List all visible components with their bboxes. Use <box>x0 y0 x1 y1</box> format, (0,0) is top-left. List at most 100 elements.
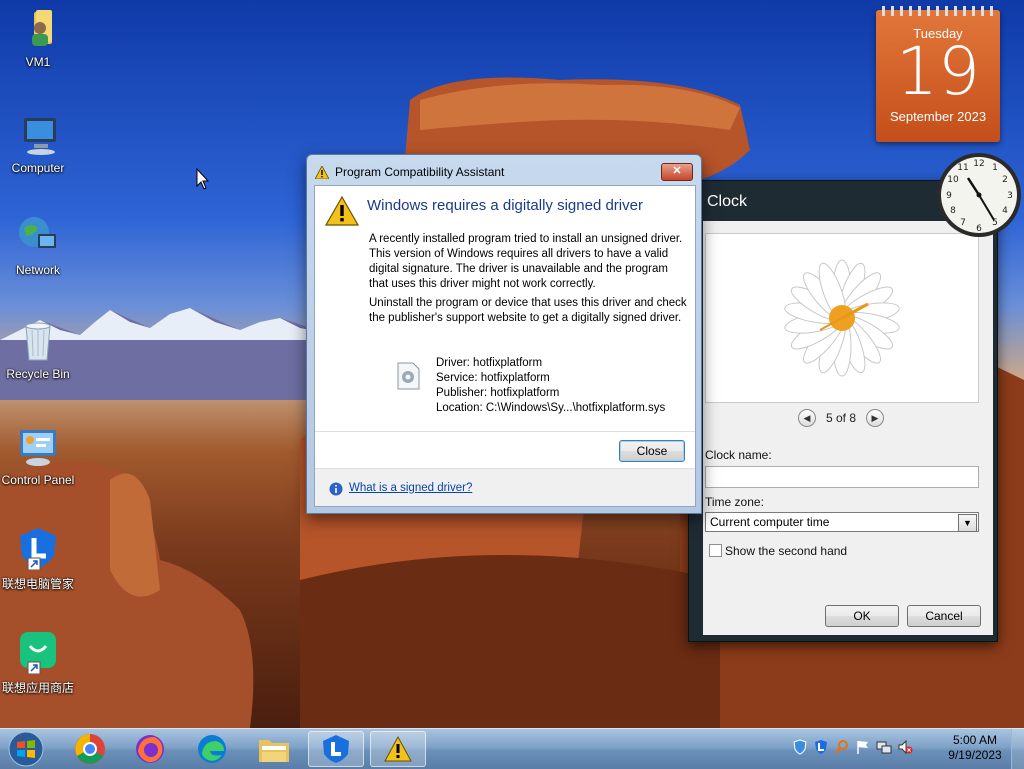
user-folder-icon <box>32 10 52 46</box>
mouse-pointer-icon <box>196 168 210 190</box>
desktop-icon-label: Computer <box>11 161 65 175</box>
system-tray <box>792 739 913 755</box>
time-zone-label: Time zone: <box>705 495 764 509</box>
driver-service: Service: hotfixplatform <box>436 372 550 384</box>
taskbar-chrome[interactable] <box>62 731 118 767</box>
action-center-flag-icon[interactable] <box>855 739 871 755</box>
clock-settings-pane: ◀ 5 of 8 ▶ Clock name: Time zone: Curren… <box>703 221 993 635</box>
network-icon[interactable] <box>876 739 892 755</box>
desktop-icon-label: Recycle Bin <box>6 367 70 381</box>
second-hand-label: Show the second hand <box>725 544 848 558</box>
pca-title: Program Compatibility Assistant <box>335 165 505 179</box>
previous-clock-button[interactable]: ◀ <box>797 409 816 427</box>
calendar-gadget[interactable]: Tuesday 19 September 2023 <box>876 6 1000 142</box>
taskbar-compatibility-warning[interactable] <box>370 731 426 767</box>
cancel-button[interactable]: Cancel <box>907 605 981 627</box>
network-globe-icon <box>19 217 56 248</box>
svg-text:1: 1 <box>992 163 998 173</box>
clock-name-label: Clock name: <box>705 448 772 462</box>
lenovo-store-icon <box>20 632 56 675</box>
driver-location: Location: C:\Windows\Sy...\hotfixplatfor… <box>436 402 666 414</box>
desktop-icon-label: 联想应用商店 <box>1 681 74 695</box>
clock-pager: ◀ 5 of 8 ▶ <box>705 403 977 433</box>
warning-icon <box>384 736 412 762</box>
taskbar-firefox[interactable] <box>122 731 178 767</box>
start-button[interactable] <box>0 731 52 767</box>
second-hand-checkbox[interactable] <box>709 544 722 557</box>
lenovo-manager-icon <box>323 735 349 763</box>
time-zone-select[interactable]: Current computer time ▼ <box>705 512 979 532</box>
taskbar-clock[interactable]: 5:00 AM 9/19/2023 <box>940 733 1010 763</box>
pca-separator <box>315 431 695 432</box>
analog-clock-gadget[interactable]: 12 12 345 678 91011 <box>934 150 1024 240</box>
control-panel-icon <box>20 430 56 466</box>
ok-button[interactable]: OK <box>825 605 899 627</box>
svg-text:6: 6 <box>976 224 982 234</box>
taskbar: 5:00 AM 9/19/2023 <box>0 728 1024 769</box>
info-icon <box>329 482 343 496</box>
desktop-icon-control-panel[interactable]: Control Panel <box>0 424 76 487</box>
desktop: VM1 Computer Network Recycle Bin Control… <box>0 0 1024 728</box>
desktop-icon-label: Network <box>15 263 60 277</box>
pca-paragraph-2: Uninstall the program or device that use… <box>369 297 687 324</box>
chevron-down-icon[interactable]: ▼ <box>958 514 977 532</box>
show-desktop-button[interactable] <box>1011 729 1024 769</box>
svg-text:2: 2 <box>1002 175 1008 185</box>
calendar-day: 19 <box>896 33 980 110</box>
desktop-icon-lenovo-store[interactable]: 联想应用商店 <box>0 630 76 696</box>
svg-text:8: 8 <box>950 206 956 216</box>
desktop-icon-label: Control Panel <box>1 473 75 487</box>
lenovo-manager-icon <box>20 528 56 571</box>
taskbar-date: 9/19/2023 <box>948 748 1002 762</box>
clock-name-input[interactable] <box>705 466 979 488</box>
firefox-icon <box>136 735 164 763</box>
warning-large-icon <box>325 196 359 226</box>
desktop-icon-label: 联想电脑管家 <box>1 577 74 591</box>
pca-heading: Windows requires a digitally signed driv… <box>367 197 643 214</box>
daisy-clock-icon <box>784 259 900 377</box>
shield-icon[interactable] <box>792 739 808 755</box>
next-clock-button[interactable]: ▶ <box>866 409 885 427</box>
taskbar-edge[interactable] <box>184 731 240 767</box>
close-x-button[interactable]: ✕ <box>661 163 693 181</box>
driver-details: Driver: hotfixplatform Service: hotfixpl… <box>436 356 665 416</box>
pca-titlebar: Program Compatibility Assistant <box>315 163 661 181</box>
folder-icon <box>259 740 289 762</box>
volume-muted-icon[interactable] <box>897 739 913 755</box>
desktop-icon-network[interactable]: Network <box>0 214 76 277</box>
computer-icon <box>24 118 56 155</box>
clock-pager-text: 5 of 8 <box>825 411 857 425</box>
recycle-bin-icon <box>25 322 51 361</box>
svg-text:3: 3 <box>1007 191 1013 201</box>
pca-paragraph-1: A recently installed program tried to in… <box>369 233 683 290</box>
taskbar-lenovo-manager[interactable] <box>308 731 364 767</box>
svg-text:9: 9 <box>946 191 952 201</box>
desktop-icon-lenovo-manager[interactable]: 联想电脑管家 <box>0 526 76 592</box>
warning-icon <box>315 165 329 179</box>
clock-preview <box>705 233 979 403</box>
clock-settings-window: Clock ◀ 5 of 8 ▶ Clock name: Time zone: … <box>688 180 998 642</box>
svg-text:7: 7 <box>960 218 966 228</box>
pca-content: Windows requires a digitally signed driv… <box>314 185 696 507</box>
desktop-icon-computer[interactable]: Computer <box>0 112 76 175</box>
svg-text:4: 4 <box>1002 206 1008 216</box>
svg-text:10: 10 <box>947 175 959 185</box>
driver-name: Driver: hotfixplatform <box>436 357 543 369</box>
calendar-month-year: September 2023 <box>889 109 987 124</box>
clock-window-title: Clock <box>707 193 748 210</box>
desktop-icon-recycle-bin[interactable]: Recycle Bin <box>0 318 76 381</box>
svg-text:11: 11 <box>957 163 968 173</box>
pca-dialog: Program Compatibility Assistant ✕ Window… <box>306 154 702 514</box>
driver-publisher: Publisher: hotfixplatform <box>436 387 560 399</box>
signed-driver-help-link[interactable]: What is a signed driver? <box>349 482 472 494</box>
driver-file-icon <box>397 362 420 390</box>
windows-logo-icon <box>8 731 44 767</box>
taskbar-explorer[interactable] <box>246 731 302 767</box>
svg-text:12: 12 <box>973 159 984 169</box>
time-zone-value: Current computer time <box>710 515 830 529</box>
edge-icon <box>198 735 226 763</box>
lenovo-tray-icon[interactable] <box>813 739 829 755</box>
search-icon[interactable] <box>834 739 850 755</box>
desktop-icon-vm1[interactable]: VM1 <box>0 6 76 69</box>
close-button[interactable]: Close <box>619 440 685 462</box>
